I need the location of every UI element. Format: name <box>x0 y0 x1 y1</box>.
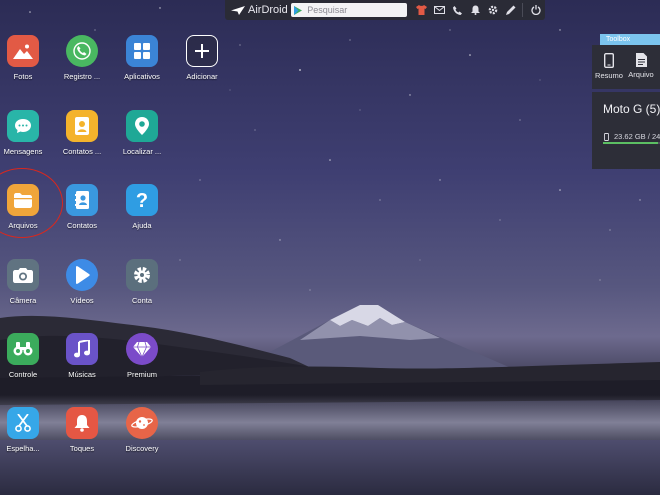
app-label: Conta <box>131 296 152 305</box>
photo-icon <box>7 35 39 67</box>
music-note-icon <box>66 333 98 365</box>
toolbox-item-label: Arquivo <box>628 70 654 79</box>
pen-icon[interactable] <box>502 0 520 20</box>
device-name: Moto G (5) <box>603 102 660 116</box>
app-label: Localizar ... <box>122 147 162 156</box>
scissors-icon <box>7 407 39 439</box>
contact-card-icon <box>66 110 98 142</box>
diamond-icon <box>126 333 158 365</box>
toolbar-divider <box>522 3 523 17</box>
gear-icon[interactable] <box>484 0 502 20</box>
bell-icon <box>66 407 98 439</box>
app-fotos[interactable]: Fotos <box>0 35 55 81</box>
app-label: Toques <box>69 444 95 453</box>
app-mensagens[interactable]: Mensagens <box>0 110 55 156</box>
paper-plane-icon <box>231 5 245 15</box>
app-label: Músicas <box>68 370 96 379</box>
power-icon[interactable] <box>527 0 545 20</box>
app-label: Contatos <box>66 221 98 230</box>
gear-icon <box>126 259 158 291</box>
toolbox-tab[interactable]: Toolbox <box>600 34 660 45</box>
app-arquivos[interactable]: Arquivos <box>0 168 63 238</box>
app-label: Ajuda <box>132 221 152 230</box>
storage-progress-fill <box>603 142 658 144</box>
app-contatos[interactable]: Contatos <box>50 184 114 230</box>
app-videos[interactable]: Vídeos <box>50 259 114 305</box>
app-localizar[interactable]: Localizar ... <box>110 110 174 156</box>
document-icon <box>635 53 647 67</box>
toolbox-resumo[interactable]: Resumo <box>592 45 626 89</box>
location-pin-icon <box>126 110 158 142</box>
app-label: Aplicativos <box>124 72 160 81</box>
app-espelhamento[interactable]: Espelha... <box>0 407 55 453</box>
phone-log-icon <box>66 35 98 67</box>
google-play-icon <box>294 5 303 15</box>
toolbox-arquivo[interactable]: Arquivo <box>626 45 656 89</box>
shirt-icon[interactable] <box>412 0 430 20</box>
storage-info: 23.62 GB / 24.5 <box>604 132 660 141</box>
bell-icon[interactable] <box>466 0 484 20</box>
address-book-icon <box>66 184 98 216</box>
toolbox-item-label: Resumo <box>595 71 623 80</box>
app-label: Mensagens <box>3 147 43 156</box>
app-musicas[interactable]: Músicas <box>50 333 114 379</box>
planet-icon <box>126 407 158 439</box>
app-camera[interactable]: Câmera <box>0 259 55 305</box>
phone-storage-icon <box>604 132 609 141</box>
storage-progress-bar <box>603 142 660 144</box>
app-contatos-frequentes[interactable]: Contatos ... <box>50 110 114 156</box>
app-label: Espelha... <box>6 444 40 453</box>
chat-icon <box>7 110 39 142</box>
app-label: Premium <box>126 370 157 379</box>
brand-name: AirDroid <box>248 4 288 16</box>
app-label: Controle <box>8 370 38 379</box>
svg-text:?: ? <box>136 190 148 210</box>
app-aplicativos[interactable]: Aplicativos <box>110 35 174 81</box>
play-icon <box>66 259 98 291</box>
mail-icon[interactable] <box>430 0 448 20</box>
app-label: Contatos ... <box>62 147 102 156</box>
toolbox-panel: Resumo Arquivo <box>592 45 660 89</box>
app-label: Discovery <box>125 444 159 453</box>
grid-icon <box>126 35 158 67</box>
search-input[interactable]: Pesquisar <box>291 3 407 17</box>
plus-icon <box>186 35 218 67</box>
phone-device-icon <box>604 53 614 68</box>
app-adicionar[interactable]: Adicionar <box>170 35 234 81</box>
app-discovery[interactable]: Discovery <box>110 407 174 453</box>
question-icon: ? <box>126 184 158 216</box>
app-label: Registro ... <box>63 72 101 81</box>
app-label: Adicionar <box>186 72 218 81</box>
app-ajuda[interactable]: ? Ajuda <box>110 184 174 230</box>
phone-icon[interactable] <box>448 0 466 20</box>
app-conta[interactable]: Conta <box>110 259 174 305</box>
app-premium[interactable]: Premium <box>110 333 174 379</box>
app-label: Vídeos <box>70 296 94 305</box>
app-controle[interactable]: Controle <box>0 333 55 379</box>
airdroid-top-toolbar: AirDroid Pesquisar <box>225 0 545 20</box>
app-registro[interactable]: Registro ... <box>50 35 114 81</box>
app-toques[interactable]: Toques <box>50 407 114 453</box>
app-label: Fotos <box>13 72 33 81</box>
binoculars-icon <box>7 333 39 365</box>
device-summary-panel: Moto G (5) 23.62 GB / 24.5 <box>592 92 660 169</box>
app-label: Câmera <box>9 296 37 305</box>
camera-icon <box>7 259 39 291</box>
search-placeholder: Pesquisar <box>307 5 348 15</box>
storage-text: 23.62 GB / 24.5 <box>614 132 660 141</box>
airdroid-logo[interactable]: AirDroid <box>225 4 291 16</box>
